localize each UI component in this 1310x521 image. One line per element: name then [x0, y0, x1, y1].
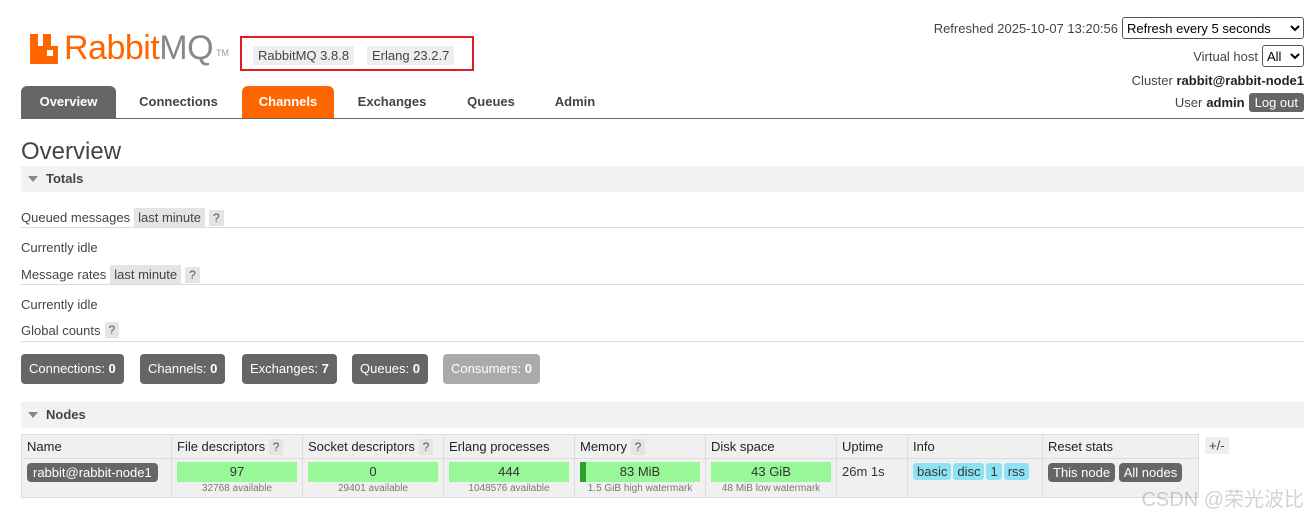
procs-available: 1048576 available — [468, 483, 550, 494]
tab-admin[interactable]: Admin — [541, 86, 609, 118]
fd-cell: 97 32768 available — [171, 458, 303, 498]
reset-this-node-button[interactable]: This node — [1048, 463, 1116, 482]
info-tag-rss[interactable]: rss — [1003, 463, 1030, 480]
refresh-line: Refreshed 2025-10-07 13:20:56 Refresh ev… — [934, 17, 1304, 39]
disk-watermark: 48 MiB low watermark — [721, 483, 821, 494]
help-icon[interactable]: ? — [209, 209, 224, 226]
fd-available: 32768 available — [201, 483, 273, 494]
queued-idle-text: Currently idle — [21, 240, 98, 255]
totals-title: Totals — [46, 171, 84, 186]
totals-section-header[interactable]: Totals — [21, 166, 1304, 192]
help-icon[interactable]: ? — [268, 439, 284, 455]
memory-watermark: 1.5 GiB high watermark — [587, 483, 693, 494]
logo-tm: TM — [216, 48, 230, 58]
collapse-triangle-icon — [28, 412, 38, 418]
divider — [21, 284, 1304, 285]
uptime-cell: 26m 1s — [836, 458, 908, 498]
message-rates-label: Message rates — [21, 267, 107, 282]
nodes-title: Nodes — [46, 407, 86, 422]
disk-bar: 43 GiB — [711, 462, 831, 482]
rates-range-selector[interactable]: last minute — [110, 265, 182, 284]
col-reset-stats: Reset stats — [1042, 434, 1199, 459]
info-tag-count[interactable]: 1 — [986, 463, 1002, 480]
divider — [21, 227, 1304, 228]
table-header-row: Name File descriptors ? Socket descripto… — [21, 434, 1199, 459]
node-name-cell: rabbit@rabbit-node1 — [21, 458, 172, 498]
global-counts-label: Global counts — [21, 322, 101, 338]
consumers-count-button[interactable]: Consumers: 0 — [443, 354, 540, 384]
exchanges-count-button[interactable]: Exchanges: 7 — [242, 354, 337, 384]
sockets-available: 29401 available — [337, 483, 409, 494]
help-icon[interactable]: ? — [185, 266, 200, 283]
erlang-version: Erlang 23.2.7 — [367, 46, 455, 65]
procs-cell: 444 1048576 available — [443, 458, 575, 498]
logo-wordmark: RabbitMQ — [64, 29, 214, 67]
fd-bar: 97 — [177, 462, 297, 482]
collapse-triangle-icon — [28, 176, 38, 182]
queued-range-selector[interactable]: last minute — [134, 208, 205, 227]
col-disk-space: Disk space — [705, 434, 837, 459]
col-socket-descriptors: Socket descriptors ? — [302, 434, 444, 459]
nodes-section-header[interactable]: Nodes — [21, 402, 1304, 428]
memory-bar: 83 MiB — [580, 462, 700, 482]
tab-queues[interactable]: Queues — [453, 86, 529, 118]
page-title: Overview — [21, 138, 122, 165]
procs-bar: 444 — [449, 462, 569, 482]
connections-count-button[interactable]: Connections: 0 — [21, 354, 124, 384]
memory-cell: 83 MiB 1.5 GiB high watermark — [574, 458, 706, 498]
reset-all-nodes-button[interactable]: All nodes — [1118, 463, 1183, 482]
col-info: Info — [907, 434, 1043, 459]
rabbitmq-version: RabbitMQ 3.8.8 — [253, 46, 355, 65]
refresh-select[interactable]: Refresh every 5 seconds — [1122, 17, 1304, 39]
info-cell: basic disc 1 rss — [907, 458, 1043, 498]
disk-cell: 43 GiB 48 MiB low watermark — [705, 458, 837, 498]
uptime-value: 26m 1s — [842, 464, 885, 479]
vhost-label: Virtual host — [1193, 48, 1258, 64]
main-nav: Overview Connections Channels Exchanges … — [21, 86, 1304, 119]
col-erlang-processes: Erlang processes — [443, 434, 575, 459]
info-tag-disc[interactable]: disc — [953, 463, 985, 480]
help-icon[interactable]: ? — [630, 439, 646, 455]
refreshed-label: Refreshed 2025-10-07 13:20:56 — [933, 20, 1118, 36]
help-icon[interactable]: ? — [104, 322, 120, 338]
message-rates-row: Message rates last minute ? — [21, 265, 200, 284]
queued-messages-label: Queued messages — [21, 210, 131, 225]
info-tag-basic[interactable]: basic — [913, 463, 952, 480]
version-highlight-box: RabbitMQ 3.8.8 Erlang 23.2.7 — [240, 36, 474, 71]
nodes-table: Name File descriptors ? Socket descripto… — [21, 434, 1199, 498]
help-icon[interactable]: ? — [418, 439, 434, 455]
tab-connections[interactable]: Connections — [126, 86, 231, 118]
node-name-link[interactable]: rabbit@rabbit-node1 — [27, 463, 158, 482]
col-uptime: Uptime — [836, 434, 908, 459]
table-row: rabbit@rabbit-node1 97 32768 available 02… — [21, 458, 1199, 498]
sockets-cell: 0 29401 available — [302, 458, 444, 498]
vhost-line: Virtual host All — [1193, 45, 1304, 67]
vhost-select[interactable]: All — [1262, 45, 1304, 67]
columns-toggle-button[interactable]: +/- — [1205, 437, 1229, 454]
col-file-descriptors: File descriptors ? — [171, 434, 303, 459]
divider — [21, 341, 1304, 342]
queues-count-button[interactable]: Queues: 0 — [352, 354, 429, 384]
sockets-bar: 0 — [308, 462, 438, 482]
queued-messages-row: Queued messages last minute ? — [21, 208, 224, 227]
tab-exchanges[interactable]: Exchanges — [344, 86, 440, 118]
rates-idle-text: Currently idle — [21, 297, 98, 312]
tab-channels[interactable]: Channels — [242, 86, 334, 118]
global-counts-row: Global counts ? — [21, 322, 120, 338]
tab-overview[interactable]: Overview — [21, 86, 116, 118]
rabbit-logo-icon — [30, 34, 60, 64]
channels-count-button[interactable]: Channels: 0 — [140, 354, 226, 384]
rabbitmq-logo: RabbitMQ TM — [30, 28, 230, 67]
col-name: Name — [21, 434, 172, 459]
watermark: CSDN @荣光波比 — [1141, 489, 1304, 511]
col-memory: Memory ? — [574, 434, 706, 459]
